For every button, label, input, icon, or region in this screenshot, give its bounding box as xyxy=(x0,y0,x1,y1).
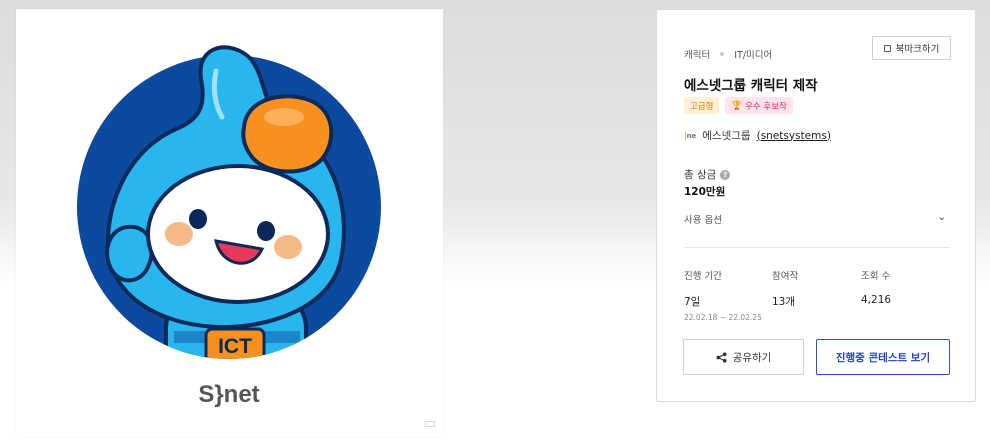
share-button[interactable]: 공유하기 xyxy=(683,339,804,375)
watermark-mark xyxy=(425,421,435,427)
bookmark-button[interactable]: 북마크하기 xyxy=(872,36,951,60)
bookmark-label: 북마크하기 xyxy=(895,44,940,55)
stat-value: 4,216 xyxy=(861,294,892,306)
chevron-down-icon: ⌄ xyxy=(937,212,946,223)
badge-row: 고급형 🏆 우수 후보작 xyxy=(684,97,793,114)
prize-label-row: 총 상금 ? xyxy=(684,167,731,182)
trophy-icon: 🏆 xyxy=(731,100,743,111)
prize-label: 총 상금 xyxy=(684,169,717,181)
help-icon[interactable]: ? xyxy=(720,169,731,180)
stat-label: 조회 수 xyxy=(861,271,891,282)
bookmark-icon xyxy=(883,44,891,52)
tier-badge: 고급형 xyxy=(684,97,720,114)
prize-value: 120만원 xyxy=(684,186,726,198)
contest-image-card: ICT S}net xyxy=(16,9,443,437)
usage-options-toggle[interactable]: 사용 옵션 ⌄ xyxy=(684,212,950,226)
stat-value: 13개 xyxy=(772,296,796,308)
stat-date-range: 22.02.18 ~ 22.02.25 xyxy=(684,313,762,322)
snet-logo: S}net xyxy=(198,381,259,408)
host-handle-link[interactable]: (snetsystems) xyxy=(757,130,831,142)
stat-label: 참여작 xyxy=(772,271,799,282)
stat-label: 진행 기간 xyxy=(684,271,722,282)
host-logo-text: ne xyxy=(686,131,697,140)
share-label: 공유하기 xyxy=(732,351,772,364)
category-breadcrumb: 캐릭터 IT/미디어 xyxy=(684,47,772,61)
usage-options-label: 사용 옵션 xyxy=(684,215,722,226)
view-ongoing-contests-label: 진행중 콘테스트 보기 xyxy=(835,351,931,364)
contest-info-panel: 캐릭터 IT/미디어 북마크하기 에스넷그룹 캐릭터 제작 고급형 🏆 우수 후… xyxy=(656,9,976,402)
stat-views: 조회 수 4,216 xyxy=(861,268,891,306)
mascot-illustration: ICT S}net xyxy=(77,45,381,408)
award-badge: 🏆 우수 후보작 xyxy=(725,97,793,114)
host-name: 에스넷그룹 xyxy=(702,130,751,142)
share-icon xyxy=(716,351,727,363)
stat-value: 7일 xyxy=(684,296,701,308)
ict-badge-text: ICT xyxy=(218,335,252,358)
category-label[interactable]: 캐릭터 xyxy=(684,47,710,61)
divider xyxy=(684,247,950,248)
host-info: |ne 에스넷그룹 (snetsystems) xyxy=(684,128,831,143)
stat-period: 진행 기간 7일 22.02.18 ~ 22.02.25 xyxy=(684,268,762,322)
view-ongoing-contests-button[interactable]: 진행중 콘테스트 보기 xyxy=(816,339,950,375)
host-logo-icon: |ne xyxy=(684,131,697,140)
stat-entries: 참여작 13개 xyxy=(772,268,798,309)
award-badge-label: 우수 후보작 xyxy=(745,101,787,112)
contest-title: 에스넷그룹 캐릭터 제작 xyxy=(684,78,818,94)
category-label[interactable]: IT/미디어 xyxy=(734,47,772,61)
separator-dot xyxy=(720,52,725,56)
